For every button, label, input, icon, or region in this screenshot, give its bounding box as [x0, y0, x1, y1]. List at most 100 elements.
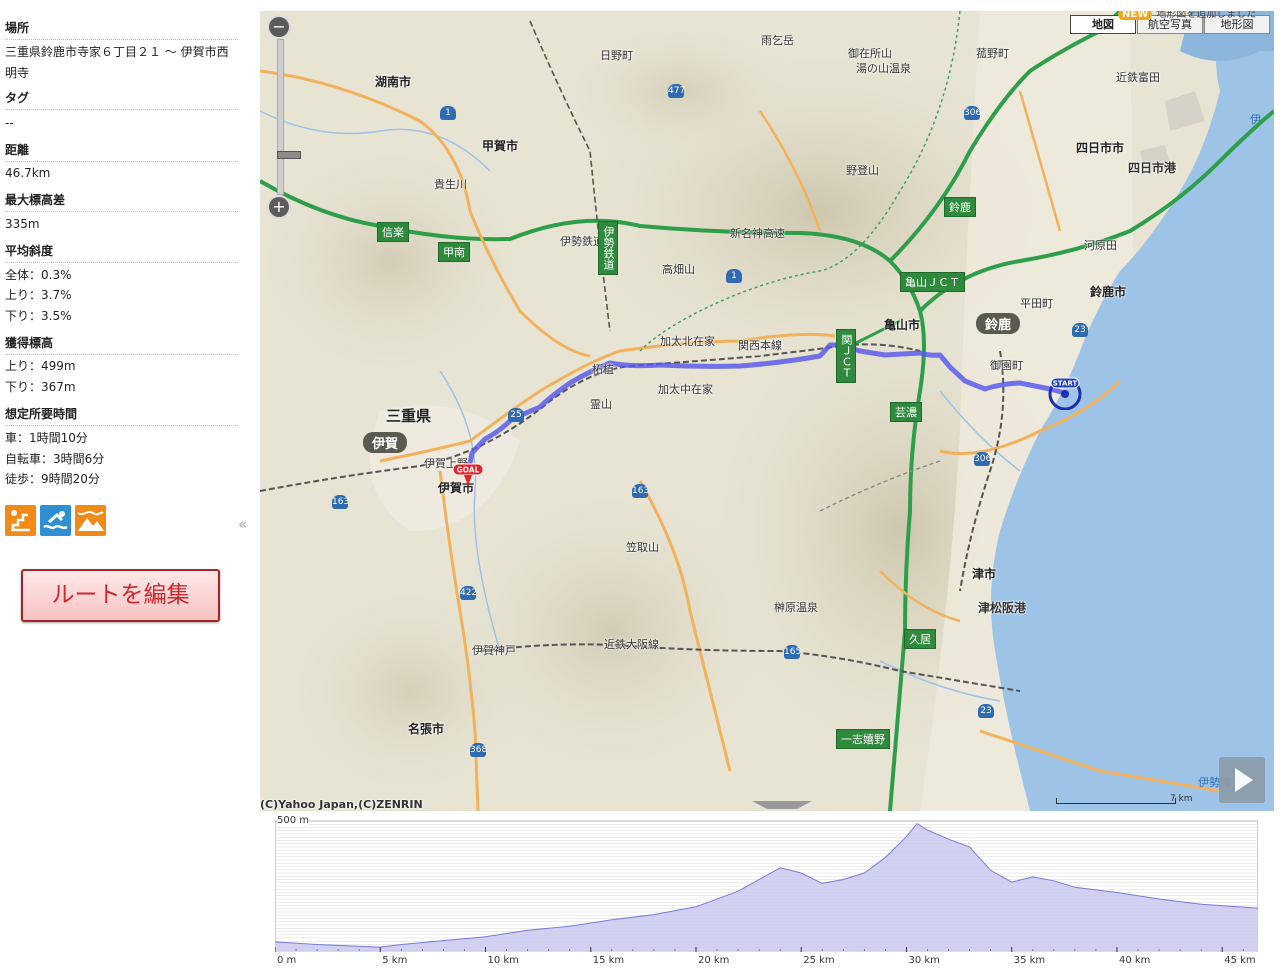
label-nabari-city: 名張市	[408, 722, 445, 736]
map-scale-label: 7 km	[1170, 794, 1193, 804]
elevation-x-tick-label: 5 km	[382, 955, 407, 965]
label-kibukawa: 貴生川	[434, 178, 467, 191]
tags-value: --	[5, 116, 14, 130]
label-komono-town: 菰野町	[976, 47, 1009, 60]
label-kintetsu-osaka-line: 近鉄大阪線	[604, 638, 659, 651]
climb-profile-icon[interactable]	[5, 505, 36, 536]
label-kintetsu-tomida: 近鉄富田	[1116, 71, 1160, 84]
label-tsuge: 柘植	[592, 363, 614, 376]
elevation-x-tick-label: 45 km	[1224, 955, 1255, 965]
map-scale-bar	[1056, 798, 1176, 804]
ic-hisai: 久居	[904, 629, 936, 649]
elevation-x-tick-label: 15 km	[593, 955, 624, 965]
edit-route-button[interactable]: ルートを編集	[21, 569, 220, 622]
label-misonocho: 御園町	[990, 359, 1023, 372]
route-163-shield: 163	[332, 495, 350, 509]
swim-icon[interactable]	[40, 505, 71, 536]
distance-heading: 距離	[5, 142, 238, 162]
goal-marker[interactable]: GOAL	[452, 462, 486, 492]
label-hiratacho: 平田町	[1020, 297, 1053, 310]
ic-shigaraki: 信楽	[377, 222, 409, 242]
label-tsu-matsusaka-port: 津松阪港	[978, 601, 1027, 615]
start-marker[interactable]: START	[1046, 376, 1084, 414]
terrain-icon[interactable]	[75, 505, 106, 536]
route-info-sidebar: 場所 三重県鈴鹿市寺家６丁目２１ ～ 伊賀市西明寺 タグ -- 距離 46.7k…	[0, 0, 247, 973]
label-hino-town: 日野町	[600, 49, 633, 62]
label-kawarada: 河原田	[1084, 239, 1117, 252]
ic-seki-jct: 関ＪＣＴ	[836, 329, 856, 383]
max-elev-diff-value: 335m	[5, 217, 40, 231]
route-306-shield: 306	[964, 106, 982, 120]
route-422-shield: 422	[460, 586, 478, 600]
ic-koka-tsuchiyama: 伊勢鉄道	[598, 221, 618, 275]
elevation-x-tick-label: 30 km	[908, 955, 939, 965]
elev-gain-heading: 獲得標高	[5, 335, 238, 355]
label-notoyama: 野登山	[846, 164, 879, 177]
ic-kameyama-jct: 亀山ＪＣＴ	[900, 272, 965, 292]
label-suzuka-city: 鈴鹿市	[1090, 285, 1127, 299]
label-amagoidake: 雨乞岳	[761, 34, 794, 47]
label-kabuto-kitazaike: 加太北在家	[660, 335, 715, 348]
route-306b-shield: 306	[974, 452, 992, 466]
label-kameyama-city: 亀山市	[884, 318, 921, 332]
zoom-slider-handle[interactable]	[277, 151, 301, 159]
goal-marker-label: GOAL	[457, 466, 480, 475]
ic-suzuka: 鈴鹿	[944, 197, 976, 217]
route-23b-shield: 23	[978, 704, 994, 718]
label-konan-city: 湖南市	[375, 75, 412, 89]
elev-gain-up: 上り：499m	[5, 359, 76, 373]
zoom-control: − +	[269, 17, 301, 217]
avg-slope-down: 下り：3.5%	[5, 309, 72, 323]
label-kabuto-nakazaike: 加太中在家	[658, 383, 713, 396]
label-kansai-line: 関西本線	[738, 339, 782, 352]
label-kasatoriyama: 笠取山	[626, 541, 659, 554]
play-next-icon[interactable]	[1219, 757, 1265, 803]
new-feature-notice[interactable]: NEW 地形図を追加しました	[1118, 11, 1256, 20]
label-iga-kambe: 伊賀神戸	[472, 644, 516, 657]
label-yokkaichi-port: 四日市港	[1128, 161, 1177, 175]
elevation-profile-chart: 0 m 5 km 10 km 15 km 20 km 25 km 30 km 35 km 40 …	[274, 815, 1259, 966]
avg-slope-overall: 全体：0.3%	[5, 268, 72, 282]
label-yunoyama-onsen: 湯の山温泉	[856, 62, 911, 75]
max-elev-diff-heading: 最大標高差	[5, 192, 238, 212]
elev-gain-down: 下り：367m	[5, 380, 76, 394]
elevation-x-tick-label: 20 km	[698, 955, 729, 965]
avg-slope-heading: 平均斜度	[5, 243, 238, 263]
collapse-sidebar-icon[interactable]: «	[238, 515, 247, 533]
est-time-bicycle: 自転車：3時間6分	[5, 452, 105, 466]
ic-geino: 芸濃	[890, 402, 922, 422]
elevation-x-tick-label: 35 km	[1014, 955, 1045, 965]
route-map[interactable]: 三重県 伊賀 鈴鹿 甲賀市 伊賀市 名張市 亀山市 鈴鹿市 四日市市 津市 湖南…	[260, 11, 1274, 811]
label-takahatayama: 高畑山	[662, 263, 695, 276]
est-time-heading: 想定所要時間	[5, 406, 238, 426]
new-badge: NEW	[1118, 11, 1153, 20]
label-ryozen: 霊山	[590, 398, 612, 411]
label-shin-meishin: 新名神高速	[730, 227, 785, 240]
route-368-shield: 368	[470, 743, 488, 757]
tags-heading: タグ	[5, 90, 238, 110]
label-mie-prefecture: 三重県	[386, 407, 432, 425]
elevation-x-tick-label: 25 km	[803, 955, 834, 965]
elevation-x-tick-label: 0 m	[277, 955, 296, 965]
zoom-in-button[interactable]: +	[269, 197, 289, 217]
region-suzuka: 鈴鹿	[976, 313, 1021, 334]
place-value: 三重県鈴鹿市寺家６丁目２１ ～ 伊賀市西明寺	[5, 45, 229, 80]
route-477-shield: 477	[668, 84, 686, 98]
label-sakakibara-onsen: 榊原温泉	[774, 601, 818, 614]
route-165-shield: 165	[784, 645, 802, 659]
est-time-walk: 徒歩：9時間20分	[5, 472, 100, 486]
start-marker-label: START	[1053, 380, 1078, 388]
label-tsu-city: 津市	[972, 567, 997, 581]
zoom-out-button[interactable]: −	[269, 17, 289, 37]
ic-ichishi-ureshino: 一志嬉野	[836, 729, 890, 749]
new-feature-text: 地形図を追加しました	[1156, 11, 1257, 20]
label-gozaisho: 御在所山	[848, 47, 892, 60]
zoom-slider-track[interactable]	[277, 39, 301, 195]
map-copyright: (C)Yahoo Japan,(C)ZENRIN	[260, 798, 423, 811]
route-163b-shield: 163	[632, 484, 650, 498]
distance-value: 46.7km	[5, 166, 51, 180]
elevation-profile-svg: 0 m 5 km 10 km 15 km 20 km 25 km 30 km 35 km 40 …	[274, 820, 1259, 966]
place-heading: 場所	[5, 20, 238, 40]
route-1b-shield: 1	[726, 269, 742, 283]
map-resize-handle[interactable]	[752, 801, 812, 809]
